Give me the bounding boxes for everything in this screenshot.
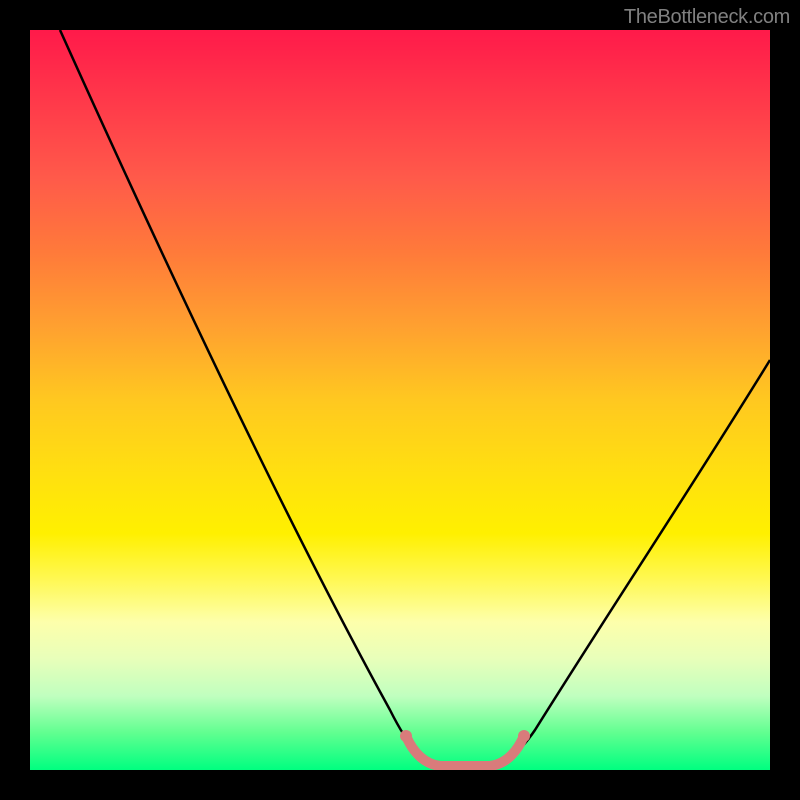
- chart-container: TheBottleneck.com: [0, 0, 800, 800]
- chart-svg: [30, 30, 770, 770]
- bottleneck-curve: [60, 30, 770, 766]
- highlight-dot-left: [400, 730, 412, 742]
- highlight-dot-right: [518, 730, 530, 742]
- optimal-highlight: [406, 736, 524, 766]
- watermark-text: TheBottleneck.com: [624, 6, 790, 29]
